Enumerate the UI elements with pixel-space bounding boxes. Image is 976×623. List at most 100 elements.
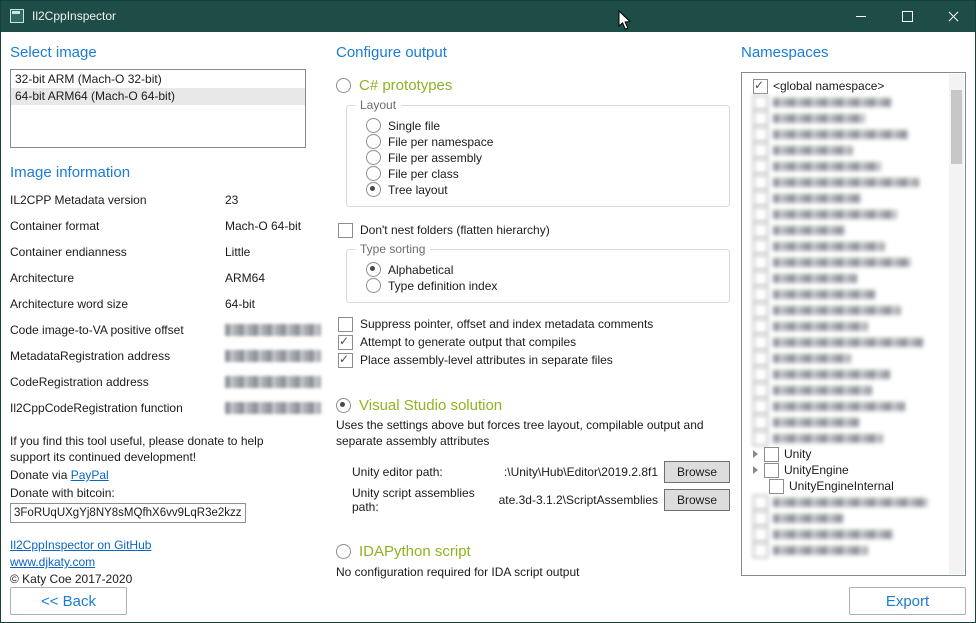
namespace-item-redacted[interactable] <box>753 542 965 558</box>
idapython-description: No configuration required for IDA script… <box>336 565 730 579</box>
close-button[interactable] <box>930 0 976 32</box>
output-option-checkbox[interactable]: Place assembly-level attributes in separ… <box>338 351 730 369</box>
namespace-checkbox[interactable] <box>753 207 768 222</box>
namespace-checkbox[interactable] <box>769 479 784 494</box>
namespace-item-redacted[interactable] <box>753 222 965 238</box>
namespace-item-redacted[interactable] <box>753 430 965 446</box>
namespace-checkbox[interactable] <box>753 127 768 142</box>
namespace-checkbox[interactable] <box>753 191 768 206</box>
namespace-item[interactable]: Unity <box>753 446 965 462</box>
flatten-checkbox[interactable]: Don't nest folders (flatten hierarchy) <box>338 221 730 239</box>
namespace-item-redacted[interactable] <box>753 238 965 254</box>
csharp-prototypes-radio[interactable]: C# prototypes <box>336 75 730 95</box>
info-row: Container formatMach-O 64-bit <box>10 219 306 245</box>
namespace-checkbox[interactable] <box>753 543 768 558</box>
info-row: IL2CPP Metadata version23 <box>10 193 306 219</box>
info-value: 64-bit <box>225 297 306 311</box>
paypal-link[interactable]: PayPal <box>71 468 109 482</box>
namespace-item-redacted[interactable] <box>753 334 965 350</box>
image-information-heading: Image information <box>10 164 306 181</box>
layout-option[interactable]: File per class <box>366 166 721 181</box>
namespace-checkbox[interactable] <box>753 287 768 302</box>
namespace-item-redacted[interactable] <box>753 414 965 430</box>
namespace-checkbox[interactable] <box>764 447 779 462</box>
namespace-checkbox[interactable] <box>753 111 768 126</box>
layout-option[interactable]: Single file <box>366 118 721 133</box>
namespace-item-redacted[interactable] <box>753 94 965 110</box>
unity-editor-path-value: :\Unity\Hub\Editor\2019.2.8f1 <box>504 465 658 479</box>
namespace-item-redacted[interactable] <box>753 254 965 270</box>
visual-studio-radio[interactable]: Visual Studio solution <box>336 395 730 415</box>
namespace-checkbox[interactable] <box>753 143 768 158</box>
unity-editor-browse-button[interactable]: Browse <box>664 461 730 483</box>
namespace-checkbox[interactable] <box>753 303 768 318</box>
type-sorting-option[interactable]: Type definition index <box>366 278 721 293</box>
image-list-item[interactable]: 32-bit ARM (Mach-O 32-bit) <box>11 71 305 88</box>
select-image-list[interactable]: 32-bit ARM (Mach-O 32-bit)64-bit ARM64 (… <box>10 69 306 148</box>
idapython-radio[interactable]: IDAPython script <box>336 541 730 561</box>
layout-option[interactable]: Tree layout <box>366 182 721 197</box>
namespace-checkbox[interactable] <box>753 271 768 286</box>
namespace-item-redacted[interactable] <box>753 270 965 286</box>
namespace-item-redacted[interactable] <box>753 318 965 334</box>
namespace-checkbox[interactable] <box>753 239 768 254</box>
donate-via-text: Donate via <box>10 468 71 482</box>
type-sorting-option[interactable]: Alphabetical <box>366 262 721 277</box>
output-option-checkbox[interactable]: Suppress pointer, offset and index metad… <box>338 315 730 333</box>
namespace-checkbox[interactable] <box>753 527 768 542</box>
back-button[interactable]: << Back <box>10 587 127 615</box>
namespace-checkbox[interactable] <box>753 431 768 446</box>
namespace-checkbox[interactable] <box>753 79 768 94</box>
output-option-checkbox[interactable]: Attempt to generate output that compiles <box>338 333 730 351</box>
unity-assemblies-browse-button[interactable]: Browse <box>664 489 730 511</box>
namespace-item-redacted[interactable] <box>753 174 965 190</box>
maximize-button[interactable] <box>884 0 930 32</box>
namespace-item-redacted[interactable] <box>753 302 965 318</box>
namespace-item-redacted[interactable] <box>753 110 965 126</box>
namespace-checkbox[interactable] <box>753 223 768 238</box>
namespace-item-redacted[interactable] <box>753 382 965 398</box>
namespace-checkbox[interactable] <box>753 255 768 270</box>
namespace-checkbox[interactable] <box>753 335 768 350</box>
image-list-item[interactable]: 64-bit ARM64 (Mach-O 64-bit) <box>11 88 305 105</box>
namespace-checkbox[interactable] <box>753 495 768 510</box>
namespace-checkbox[interactable] <box>753 367 768 382</box>
layout-option[interactable]: File per namespace <box>366 134 721 149</box>
namespace-item-redacted[interactable] <box>753 494 965 510</box>
namespace-item[interactable]: UnityEngine <box>753 462 965 478</box>
namespace-checkbox[interactable] <box>764 463 779 478</box>
namespace-checkbox[interactable] <box>753 159 768 174</box>
namespace-checkbox[interactable] <box>753 511 768 526</box>
export-button[interactable]: Export <box>849 587 966 615</box>
namespace-item-redacted[interactable] <box>753 190 965 206</box>
layout-option[interactable]: File per assembly <box>366 150 721 165</box>
namespace-item-redacted[interactable] <box>753 142 965 158</box>
namespace-item-redacted[interactable] <box>753 206 965 222</box>
redacted-label <box>773 130 908 139</box>
expander-icon[interactable] <box>753 466 758 474</box>
bitcoin-address-input[interactable] <box>10 503 246 523</box>
github-link[interactable]: Il2CppInspector on GitHub <box>10 538 151 552</box>
namespace-item[interactable]: <global namespace> <box>753 78 965 94</box>
namespace-checkbox[interactable] <box>753 95 768 110</box>
namespaces-list[interactable]: <global namespace> UnityUnityEngineUnityE… <box>741 72 966 576</box>
namespace-item-redacted[interactable] <box>753 126 965 142</box>
namespace-item-redacted[interactable] <box>753 526 965 542</box>
namespace-item-redacted[interactable] <box>753 398 965 414</box>
namespace-item-redacted[interactable] <box>753 350 965 366</box>
expander-icon[interactable] <box>753 450 758 458</box>
namespace-checkbox[interactable] <box>753 319 768 334</box>
namespace-item-redacted[interactable] <box>753 158 965 174</box>
namespace-checkbox[interactable] <box>753 351 768 366</box>
minimize-button[interactable] <box>838 0 884 32</box>
namespace-item-redacted[interactable] <box>753 366 965 382</box>
namespace-checkbox[interactable] <box>753 399 768 414</box>
namespace-checkbox[interactable] <box>753 175 768 190</box>
namespace-item[interactable]: UnityEngineInternal <box>753 478 965 494</box>
namespace-checkbox[interactable] <box>753 415 768 430</box>
namespace-item-redacted[interactable] <box>753 510 965 526</box>
namespace-item-redacted[interactable] <box>753 286 965 302</box>
namespace-checkbox[interactable] <box>753 383 768 398</box>
website-link[interactable]: www.djkaty.com <box>10 555 95 569</box>
unity-assemblies-path-value: ate.3d-3.1.2\ScriptAssemblies <box>499 493 658 507</box>
